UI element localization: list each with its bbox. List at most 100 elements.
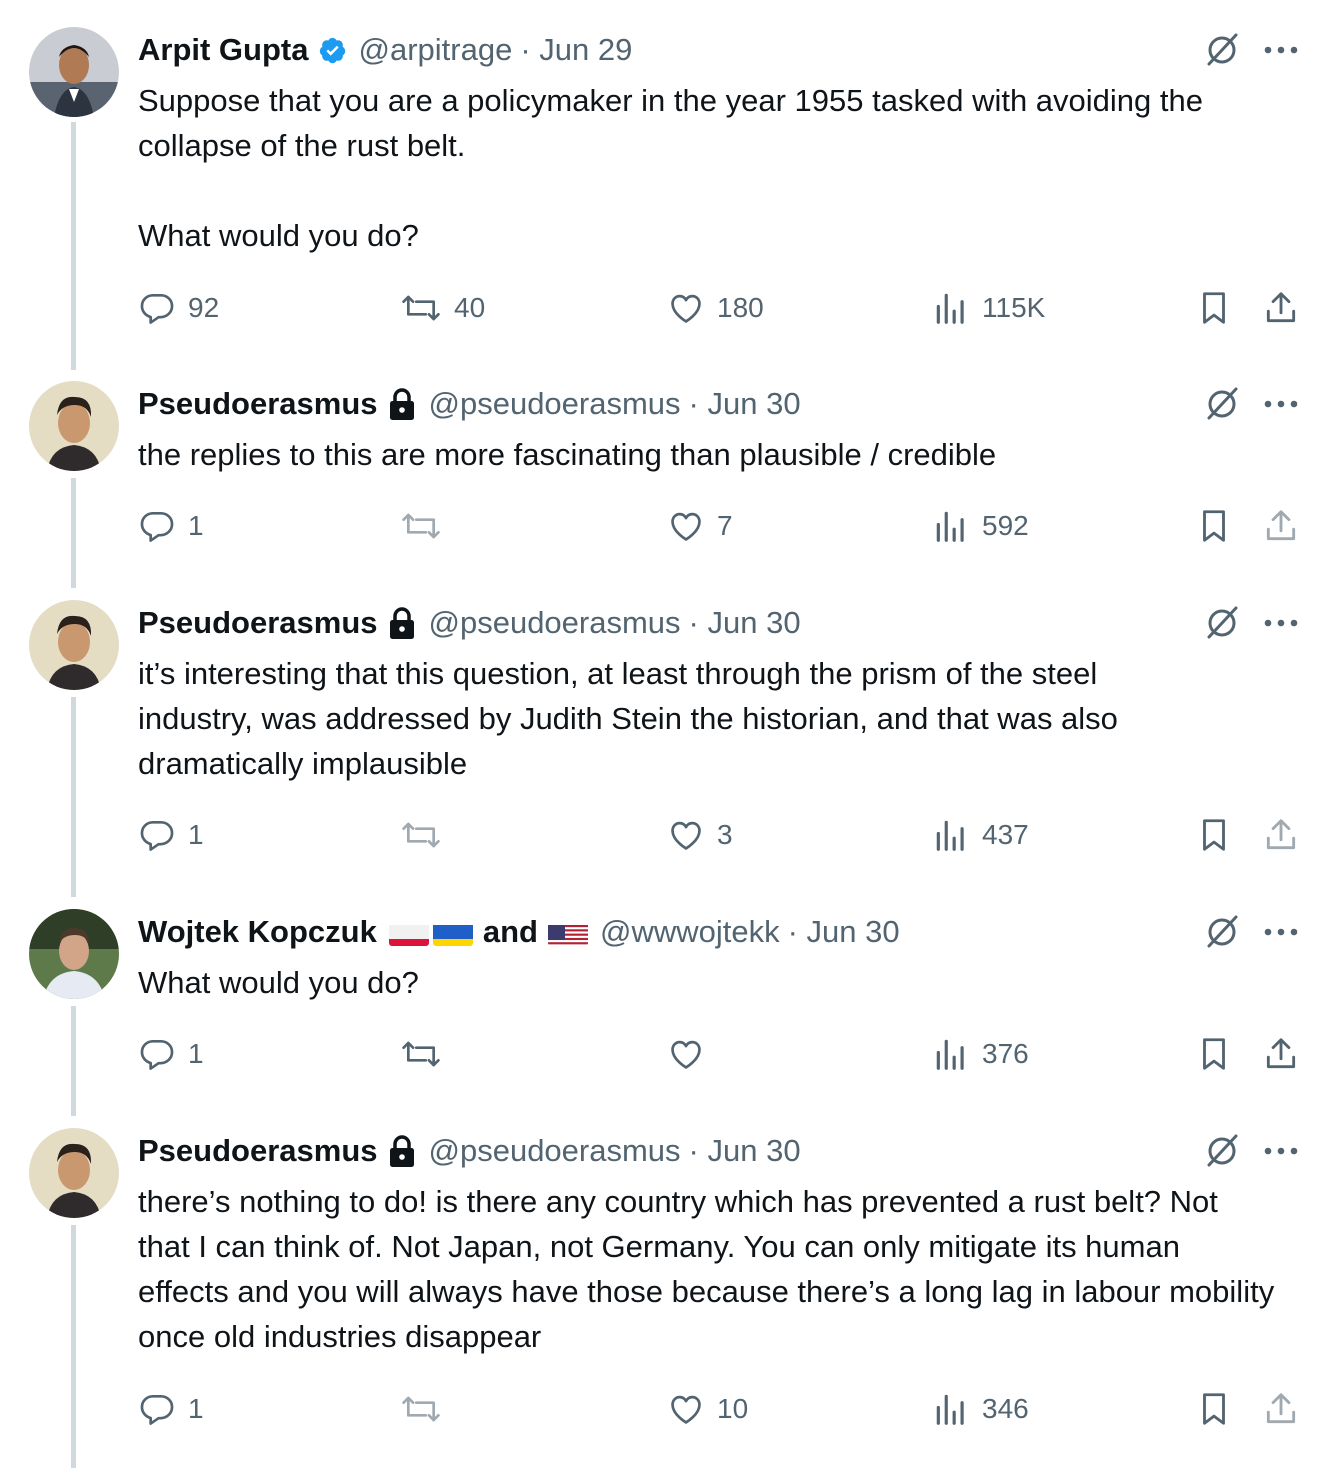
author-handle[interactable]: @pseudoerasmus [429,598,681,648]
tweet-text: Suppose that you are a policymaker in th… [138,78,1308,258]
reply-count: 92 [188,292,220,323]
tweet-top-actions [1203,1132,1299,1170]
reply-button[interactable]: 92 [138,286,219,330]
share-icon [1266,1393,1296,1424]
tweet-header: Wojtek Kopczuk and @wwwojtekk · Jun 30 [138,907,900,957]
more-icon[interactable] [1263,927,1299,937]
like-button[interactable]: 3 [667,813,733,857]
author-handle[interactable]: @wwwojtekk [600,907,780,957]
retweet-icon [402,1041,440,1067]
share-button[interactable] [1262,813,1300,857]
share-icon [1266,510,1296,541]
retweet-button[interactable]: 40 [400,286,485,330]
views-count: 592 [982,510,1029,541]
author-name[interactable]: Arpit Gupta [138,25,309,75]
reply-icon [140,511,174,542]
bookmark-button[interactable] [1195,813,1233,857]
views-button[interactable]: 592 [932,504,1029,548]
share-button[interactable] [1262,286,1300,330]
tweet-date[interactable]: · Jun 29 [520,25,632,75]
bookmark-button[interactable] [1195,504,1233,548]
reply-icon [140,1394,174,1425]
bookmark-button[interactable] [1195,286,1233,330]
retweet-icon [402,822,440,848]
tweet-actions: 1 7 592 [138,504,1303,548]
author-name[interactable]: Pseudoerasmus [138,1126,378,1176]
tweet-date[interactable]: · Jun 30 [689,1126,801,1176]
author-handle[interactable]: @arpitrage [359,25,513,75]
more-icon[interactable] [1263,399,1299,409]
bookmark-icon [1203,1038,1225,1070]
like-count: 7 [717,510,733,541]
grok-icon[interactable] [1203,385,1241,423]
share-button[interactable] [1262,504,1300,548]
tweet-actions: 1 3 437 [138,813,1303,857]
author-handle[interactable]: @pseudoerasmus [429,379,681,429]
more-icon[interactable] [1263,45,1299,55]
tweet-header: Pseudoerasmus @pseudoerasmus · Jun 30 [138,379,801,429]
retweet-button[interactable] [400,1387,454,1431]
tweet-actions: 1 376 [138,1032,1303,1076]
views-count: 115K [982,292,1046,323]
retweet-icon [402,295,440,321]
views-icon [936,1039,964,1070]
avatar[interactable] [29,600,119,690]
author-handle[interactable]: @pseudoerasmus [429,1126,681,1176]
tweet-date[interactable]: · Jun 30 [689,379,801,429]
views-button[interactable]: 437 [932,813,1029,857]
views-icon [936,820,964,851]
reply-button[interactable]: 1 [138,1032,204,1076]
like-button[interactable]: 180 [667,286,764,330]
verified-badge-icon [318,36,347,65]
tweet-header: Arpit Gupta @arpitrage · Jun 29 [138,25,632,75]
retweet-button[interactable] [400,504,454,548]
views-button[interactable]: 115K [932,286,1045,330]
avatar[interactable] [29,27,119,117]
tweet-date[interactable]: · Jun 30 [788,907,900,957]
author-name[interactable]: Pseudoerasmus [138,598,378,648]
reply-button[interactable]: 1 [138,813,204,857]
usa-flag-icon [547,918,588,946]
share-button[interactable] [1262,1387,1300,1431]
bookmark-button[interactable] [1195,1032,1233,1076]
tweet-top-actions [1203,604,1299,642]
heart-icon [671,512,701,541]
more-icon[interactable] [1263,618,1299,628]
retweet-button[interactable] [400,813,454,857]
grok-icon[interactable] [1203,1132,1241,1170]
grok-icon[interactable] [1203,604,1241,642]
views-button[interactable]: 376 [932,1032,1029,1076]
grok-icon[interactable] [1203,31,1241,69]
share-button[interactable] [1262,1032,1300,1076]
reply-button[interactable]: 1 [138,1387,204,1431]
tweet-top-actions [1203,31,1299,69]
author-name[interactable]: Wojtek Kopczuk [138,907,377,957]
share-icon [1266,1038,1296,1069]
avatar[interactable] [29,381,119,471]
heart-icon [671,294,701,323]
reply-button[interactable]: 1 [138,504,204,548]
name-suffix: and [482,914,538,949]
like-button[interactable]: 7 [667,504,733,548]
tweet-header: Pseudoerasmus @pseudoerasmus · Jun 30 [138,598,801,648]
share-icon [1266,292,1296,323]
author-name[interactable]: Pseudoerasmus [138,379,378,429]
reply-icon [140,1039,174,1070]
bookmark-icon [1203,292,1225,324]
thread-line [71,478,76,588]
more-icon[interactable] [1263,1146,1299,1156]
views-button[interactable]: 346 [932,1387,1029,1431]
lock-icon [387,1134,417,1168]
tweet-text: the replies to this are more fascinating… [138,432,1308,477]
tweet-date[interactable]: · Jun 30 [689,598,801,648]
avatar[interactable] [29,909,119,999]
like-count: 180 [717,292,764,323]
retweet-button[interactable] [400,1032,454,1076]
tweet-paragraph: it’s interesting that this question, at … [138,656,1118,781]
bookmark-icon [1203,1393,1225,1425]
like-button[interactable]: 10 [667,1387,748,1431]
grok-icon[interactable] [1203,913,1241,951]
avatar[interactable] [29,1128,119,1218]
bookmark-button[interactable] [1195,1387,1233,1431]
like-button[interactable] [667,1032,717,1076]
